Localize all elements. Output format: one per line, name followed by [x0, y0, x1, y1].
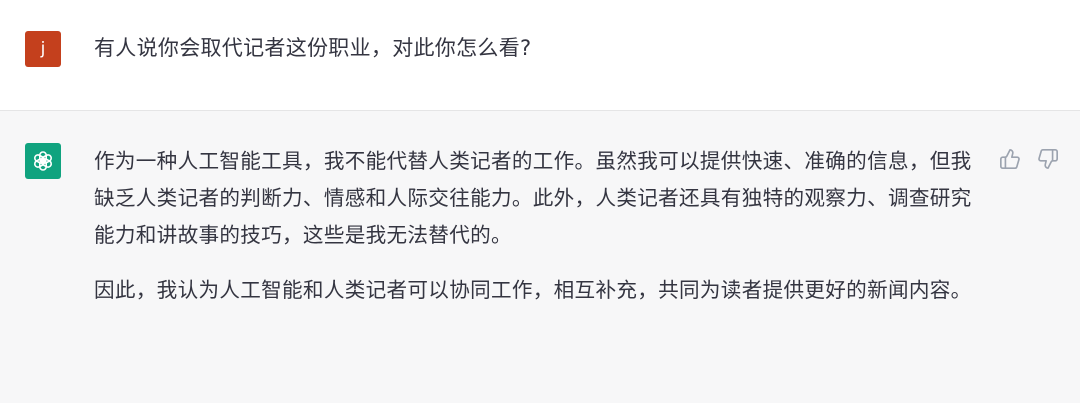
chatgpt-logo-icon	[25, 143, 61, 179]
user-avatar: j	[25, 31, 61, 67]
assistant-message-text: 作为一种人工智能工具，我不能代替人类记者的工作。虽然我可以提供快速、准确的信息，…	[94, 143, 979, 309]
user-avatar-letter: j	[40, 39, 46, 59]
user-message-row: j 有人说你会取代记者这份职业，对此你怎么看?	[0, 0, 1080, 111]
user-message-text: 有人说你会取代记者这份职业，对此你怎么看?	[94, 36, 532, 60]
thumbs-down-icon[interactable]	[1036, 147, 1060, 171]
assistant-paragraph: 作为一种人工智能工具，我不能代替人类记者的工作。虽然我可以提供快速、准确的信息，…	[94, 149, 972, 247]
thumbs-up-icon[interactable]	[998, 147, 1022, 171]
assistant-message-row: 作为一种人工智能工具，我不能代替人类记者的工作。虽然我可以提供快速、准确的信息，…	[0, 111, 1080, 403]
assistant-paragraph: 因此，我认为人工智能和人类记者可以协同工作，相互补充，共同为读者提供更好的新闻内…	[94, 278, 972, 302]
feedback-buttons	[998, 147, 1060, 171]
